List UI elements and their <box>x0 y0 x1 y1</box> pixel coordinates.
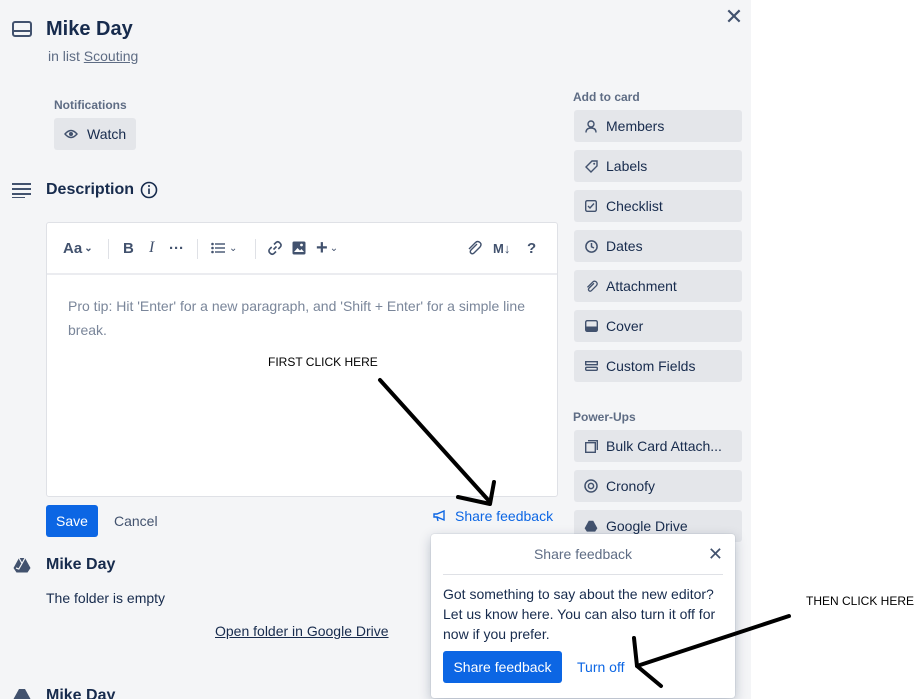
annotation-arrows <box>378 378 791 688</box>
arrow-to-turn-off <box>632 614 791 688</box>
arrow-to-share-feedback <box>378 378 496 506</box>
